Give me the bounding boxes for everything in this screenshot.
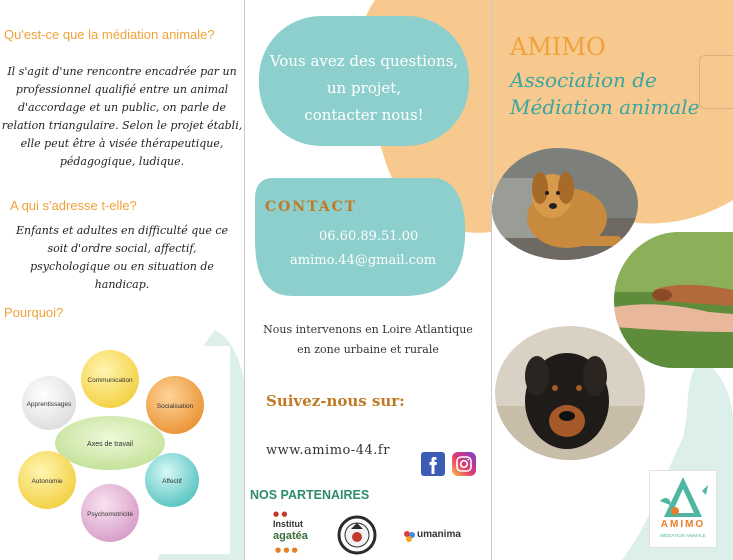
partner-logo-agatea[interactable]: ● ● Institut agatéa ● ● ● <box>271 510 311 556</box>
paragraph-what-is: Il s'agit d'une rencontre encadrée par u… <box>0 63 244 171</box>
paw-icon: ● ● <box>273 510 288 518</box>
diagram-node-label: Communication <box>87 377 133 384</box>
zone-text: Nous intervenons en Loire Atlantique en … <box>245 320 491 360</box>
partners-heading: NOS PARTENAIRES <box>250 488 370 502</box>
partner-label: Institut <box>273 519 303 529</box>
questions-line: Vous avez des questions, <box>269 52 459 70</box>
paw-icon: ● ● ● <box>275 546 298 554</box>
contact-title: CONTACT <box>265 199 358 215</box>
photo-black-dog <box>495 326 645 460</box>
para-line: soit d'ordre social, affectif, <box>47 242 197 255</box>
para-line: Enfants et adultes en difficulté que ce <box>15 224 229 237</box>
brand-subtitle: Association de Médiation animale <box>510 67 699 121</box>
partner-logo-umanima[interactable]: umanima <box>403 529 473 543</box>
corner-tab <box>699 55 733 109</box>
website-link[interactable]: www.amimo-44.fr <box>266 443 390 458</box>
zone-line: en zone urbaine et rurale <box>297 343 439 356</box>
hand-paw-image <box>614 232 733 368</box>
instagram-icon[interactable] <box>452 452 476 476</box>
para-line: d'accordage et un public, on parle de <box>17 101 227 114</box>
questions-line: contacter nous! <box>304 106 424 124</box>
photo-hand-paw <box>614 232 733 368</box>
para-line: Il s'agit d'une rencontre encadrée par u… <box>7 65 237 78</box>
logo-wordmark: AMIMO <box>660 519 706 530</box>
heading-audience: A qui s'adresse t-elle? <box>10 198 137 213</box>
paragraph-audience: Enfants et adultes en difficulté que ce … <box>0 222 244 294</box>
para-line: pédagogique, ludique. <box>59 155 185 168</box>
black-dog-image <box>495 326 645 460</box>
diagram-node-label: Autonomie <box>31 478 62 485</box>
para-line: relation triangulaire. Selon le projet é… <box>1 119 243 132</box>
subtitle-line: Association de <box>510 68 657 92</box>
work-axes-diagram: Axes de travail Communication Socialisat… <box>12 346 230 554</box>
subtitle-line: Médiation animale <box>510 95 700 119</box>
diagram-node-label: Apprentissages <box>27 401 73 408</box>
contact-phone[interactable]: 06.60.89.51.00 <box>319 229 418 244</box>
brand-title: AMIMO <box>510 33 606 61</box>
partner-label: umanima <box>417 529 461 540</box>
amimo-logo: AMIMO MÉDIATION ANIMALE <box>649 470 717 548</box>
questions-line: un projet, <box>326 79 402 97</box>
zone-line: Nous intervenons en Loire Atlantique <box>263 323 473 336</box>
diagram-center-label: Axes de travail <box>87 441 133 448</box>
para-line: psychologique ou en situation de <box>30 260 214 273</box>
diagram-node-label: Affectif <box>162 478 182 485</box>
diagram-node-label: Socialisation <box>157 403 194 410</box>
panel-middle: Vous avez des questions, un projet, cont… <box>245 0 491 560</box>
para-line: handicap. <box>94 278 150 291</box>
para-line: professionnel qualifié entre un animal <box>15 83 229 96</box>
golden-dog-image <box>492 148 638 260</box>
panel-left: Qu'est-ce que la médiation animale? Il s… <box>0 0 244 560</box>
diagram-node-label: Psychomotricité <box>87 511 133 518</box>
partner-logo-badge[interactable] <box>337 515 377 555</box>
partner-label: agatéa <box>273 530 308 542</box>
contact-email[interactable]: amimo.44@gmail.com <box>290 253 436 268</box>
heading-why: Pourquoi? <box>4 305 64 320</box>
panel-right: AMIMO Association de Médiation animale A… <box>492 0 733 560</box>
questions-text: Vous avez des questions, un projet, cont… <box>257 48 471 129</box>
umanima-mark-icon <box>404 531 415 542</box>
para-line: elle peut être à visée thérapeutique, <box>20 137 224 150</box>
logo-subtitle: MÉDIATION ANIMALE <box>660 533 706 538</box>
facebook-icon[interactable] <box>421 452 445 476</box>
follow-heading: Suivez-nous sur: <box>266 392 405 410</box>
photo-golden-dog <box>492 148 638 260</box>
heading-what-is: Qu'est-ce que la médiation animale? <box>4 27 215 42</box>
